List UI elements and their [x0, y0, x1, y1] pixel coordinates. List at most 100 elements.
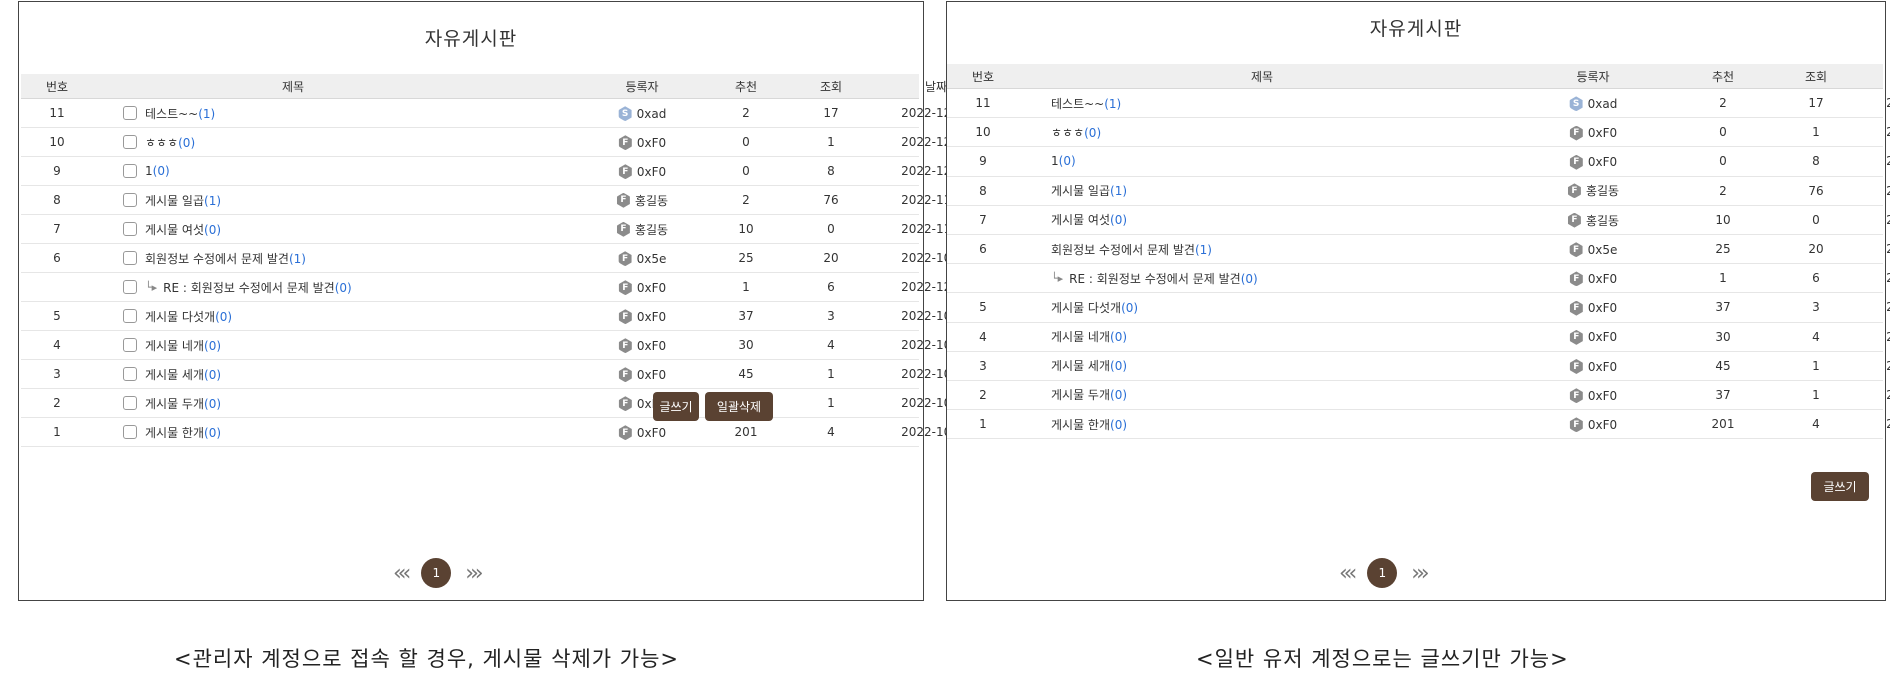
table-header: 번호 제목 등록자 추천 조회 날짜 — [21, 74, 947, 99]
post-number: 10 — [49, 135, 65, 149]
view-count: 8 — [1812, 154, 1820, 169]
select-checkbox[interactable] — [123, 251, 137, 265]
hexagon-level-icon: F — [1569, 388, 1583, 404]
post-title-text: 회원정보 수정에서 문제 발견 — [145, 251, 289, 266]
post-title-text: 게시물 두개 — [145, 396, 205, 411]
post-title-link[interactable]: 게시물 다섯개(0) — [145, 308, 232, 325]
comment-count: (0) — [1110, 359, 1128, 374]
post-title-text: 게시물 한개 — [1051, 417, 1111, 432]
post-title-cell: └▸ RE : 회원정보 수정에서 문제 발견(0) — [93, 279, 577, 296]
hexagon-level-icon: F — [618, 425, 632, 441]
select-checkbox[interactable] — [123, 280, 137, 294]
recommend-count: 45 — [1715, 358, 1731, 373]
hexagon-level-icon: F — [1567, 183, 1581, 199]
post-title-link[interactable]: 회원정보 수정에서 문제 발견(1) — [1051, 241, 1212, 258]
post-title-link[interactable]: RE : 회원정보 수정에서 문제 발견(0) — [163, 279, 352, 296]
select-checkbox[interactable] — [123, 425, 137, 439]
post-title-link[interactable]: 게시물 네개(0) — [145, 337, 221, 354]
writer: F 0xF0 — [1569, 125, 1618, 141]
post-title-link[interactable]: 테스트~~(1) — [145, 105, 215, 122]
post-title-text: 게시물 다섯개 — [1051, 300, 1122, 315]
post-title-link[interactable]: 게시물 세개(0) — [1051, 357, 1127, 374]
table-row: 10ㅎㅎㅎ(0)F0xF0012022-12-02 — [21, 128, 971, 157]
post-title-link[interactable]: ㅎㅎㅎ(0) — [1051, 124, 1101, 141]
select-checkbox[interactable] — [123, 193, 137, 207]
recommend-count: 1 — [742, 280, 750, 294]
bulk-delete-button[interactable]: 일괄삭제 — [705, 392, 773, 421]
table-row: 10ㅎㅎㅎ(0)F0xF0012022-12-02 — [947, 118, 1890, 148]
post-title-link[interactable]: 게시물 네개(0) — [1051, 328, 1127, 345]
page-number-button[interactable]: 1 — [421, 558, 452, 588]
post-title-cell: 게시물 네개(0) — [1019, 328, 1505, 345]
select-checkbox[interactable] — [123, 367, 137, 381]
page-number-button[interactable]: 1 — [1367, 558, 1398, 588]
post-number: 6 — [979, 242, 987, 257]
reply-arrow-icon: └▸ — [145, 280, 158, 294]
select-checkbox[interactable] — [123, 396, 137, 410]
double-chevron-left-icon[interactable]: «‹ — [393, 561, 411, 586]
writer-name: 0xF0 — [1587, 126, 1618, 141]
post-title-text: 회원정보 수정에서 문제 발견 — [1051, 242, 1195, 257]
recommend-count: 1 — [1719, 271, 1727, 286]
double-chevron-right-icon[interactable]: ›» — [465, 561, 483, 586]
select-checkbox[interactable] — [123, 309, 137, 323]
select-checkbox[interactable] — [123, 338, 137, 352]
post-date: 2022-11-01 — [1886, 212, 1890, 227]
comment-count: (0) — [334, 280, 352, 295]
writer-cell: F 0xF0 — [1505, 358, 1681, 375]
table-row: 91(0)F0xF0082022-12-01 — [21, 157, 971, 186]
write-button[interactable]: 글쓰기 — [1811, 472, 1869, 501]
post-title-link[interactable]: 게시물 일곱(1) — [1051, 182, 1127, 199]
recommend-count: 0 — [742, 135, 750, 149]
writer: F 0xF0 — [618, 425, 666, 441]
post-title-link[interactable]: 게시물 한개(0) — [1051, 416, 1127, 433]
post-title-link[interactable]: ㅎㅎㅎ(0) — [145, 134, 195, 151]
write-button[interactable]: 글쓰기 — [653, 392, 699, 421]
post-title-link[interactable]: RE : 회원정보 수정에서 문제 발견(0) — [1069, 270, 1258, 287]
post-title-cell: 게시물 두개(0) — [93, 395, 577, 412]
post-title-link[interactable]: 게시물 두개(0) — [1051, 386, 1127, 403]
post-title-text: RE : 회원정보 수정에서 문제 발견 — [163, 280, 335, 295]
writer: F 0xF0 — [1569, 359, 1617, 375]
select-checkbox[interactable] — [123, 106, 137, 120]
writer: F 0xF0 — [1569, 300, 1617, 316]
recommend-count: 37 — [1715, 300, 1731, 315]
post-title-link[interactable]: 게시물 두개(0) — [145, 395, 221, 412]
post-table: 번호 제목 등록자 추천 조회 날짜 11테스트~~(1)S0xad217202… — [947, 64, 1890, 440]
select-checkbox[interactable] — [123, 164, 137, 178]
post-title-link[interactable]: 회원정보 수정에서 문제 발견(1) — [145, 250, 306, 267]
post-title-link[interactable]: 테스트~~(1) — [1051, 95, 1121, 112]
post-title-cell: 게시물 일곱(1) — [93, 192, 577, 209]
post-number: 5 — [53, 309, 61, 323]
view-count: 6 — [827, 280, 835, 294]
writer-cell: F 0x5e — [1505, 241, 1681, 258]
post-number: 5 — [979, 300, 987, 315]
post-date: 2022-10-28 — [1886, 417, 1890, 432]
post-table: 번호 제목 등록자 추천 조회 날짜 11테스트~~(1)S0xad217202… — [21, 74, 971, 447]
post-title-link[interactable]: 게시물 한개(0) — [145, 424, 221, 441]
writer-cell: F 0xF0 — [1505, 270, 1681, 287]
post-title-link[interactable]: 게시물 세개(0) — [145, 366, 221, 383]
post-title-link[interactable]: 게시물 여섯(0) — [1051, 211, 1127, 228]
double-chevron-right-icon[interactable]: ›» — [1411, 561, 1429, 586]
table-row: 8게시물 일곱(1)F홍길동2762022-11-30 — [21, 186, 971, 215]
post-date: 2022-12-02 — [1886, 96, 1890, 111]
select-checkbox[interactable] — [123, 135, 137, 149]
post-title-text: 게시물 여섯 — [1051, 213, 1111, 228]
writer-cell: F 홍길동 — [577, 220, 707, 238]
post-title-link[interactable]: 게시물 일곱(1) — [145, 192, 221, 209]
post-title-text: 게시물 일곱 — [145, 193, 205, 208]
post-title-link[interactable]: 게시물 다섯개(0) — [1051, 299, 1138, 316]
post-date: 2022-12-02 — [1886, 271, 1890, 286]
writer-cell: F 0xF0 — [1505, 416, 1681, 433]
select-checkbox[interactable] — [123, 222, 137, 236]
hexagon-level-icon: F — [1569, 242, 1583, 258]
post-title-link[interactable]: 1(0) — [145, 164, 170, 178]
writer-name: 0xF0 — [1587, 155, 1618, 170]
post-title-cell: 게시물 세개(0) — [1019, 357, 1505, 374]
double-chevron-left-icon[interactable]: «‹ — [1339, 561, 1357, 586]
header-writer: 등록자 — [625, 79, 659, 94]
post-title-link[interactable]: 1(0) — [1051, 154, 1076, 168]
hexagon-level-icon: F — [618, 280, 632, 296]
post-title-link[interactable]: 게시물 여섯(0) — [145, 221, 221, 238]
